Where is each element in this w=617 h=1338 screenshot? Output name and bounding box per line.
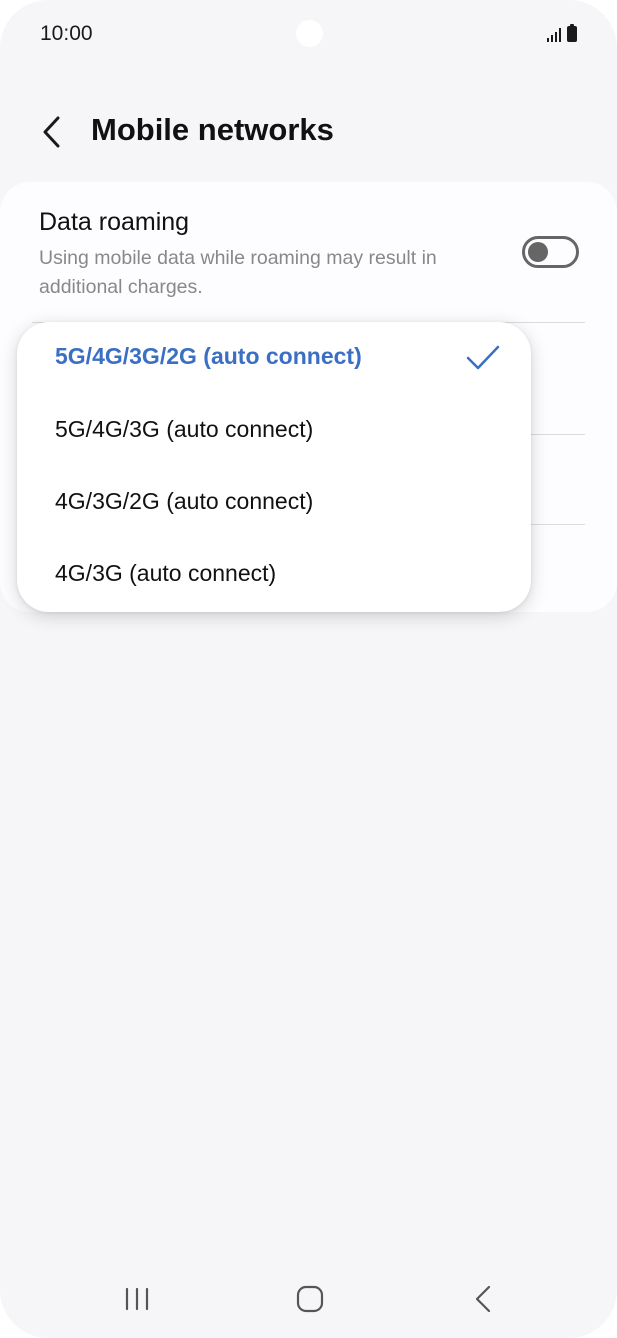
page-title: Mobile networks	[91, 112, 334, 147]
chevron-left-icon	[43, 116, 60, 148]
network-mode-option[interactable]: 5G/4G/3G/2G (auto connect)	[17, 323, 531, 395]
app-header: Mobile networks	[0, 100, 617, 164]
data-roaming-subtitle: Using mobile data while roaming may resu…	[39, 247, 437, 298]
data-roaming-toggle[interactable]	[522, 236, 579, 268]
front-camera	[296, 20, 323, 47]
nav-back-button[interactable]	[443, 1270, 523, 1328]
status-icons	[547, 24, 577, 42]
network-mode-option[interactable]: 4G/3G/2G (auto connect)	[17, 468, 531, 540]
home-button[interactable]	[270, 1270, 350, 1328]
check-icon	[466, 345, 500, 370]
option-label: 5G/4G/3G/2G (auto connect)	[55, 343, 362, 369]
home-icon	[296, 1285, 324, 1313]
recents-button[interactable]	[97, 1270, 177, 1328]
option-label: 4G/3G (auto connect)	[55, 560, 277, 586]
network-mode-popup: 5G/4G/3G/2G (auto connect) 5G/4G/3G (aut…	[17, 322, 531, 612]
status-bar: 10:00	[0, 0, 617, 70]
option-label: 4G/3G/2G (auto connect)	[55, 488, 314, 514]
battery-icon	[567, 24, 577, 42]
network-mode-option[interactable]: 4G/3G (auto connect)	[17, 540, 531, 612]
recents-icon	[125, 1287, 149, 1311]
back-icon	[475, 1285, 491, 1313]
navigation-bar	[0, 1262, 617, 1338]
status-time: 10:00	[40, 22, 93, 45]
phone-screen: 10:00 Mobile networks Data roaming Using…	[0, 0, 617, 1338]
back-button[interactable]	[30, 108, 74, 156]
option-label: 5G/4G/3G (auto connect)	[55, 416, 314, 442]
data-roaming-row[interactable]: Data roaming Using mobile data while roa…	[0, 182, 617, 322]
data-roaming-title: Data roaming	[39, 208, 190, 236]
toggle-knob	[528, 242, 548, 262]
signal-icon	[547, 28, 561, 42]
network-mode-option[interactable]: 5G/4G/3G (auto connect)	[17, 396, 531, 468]
